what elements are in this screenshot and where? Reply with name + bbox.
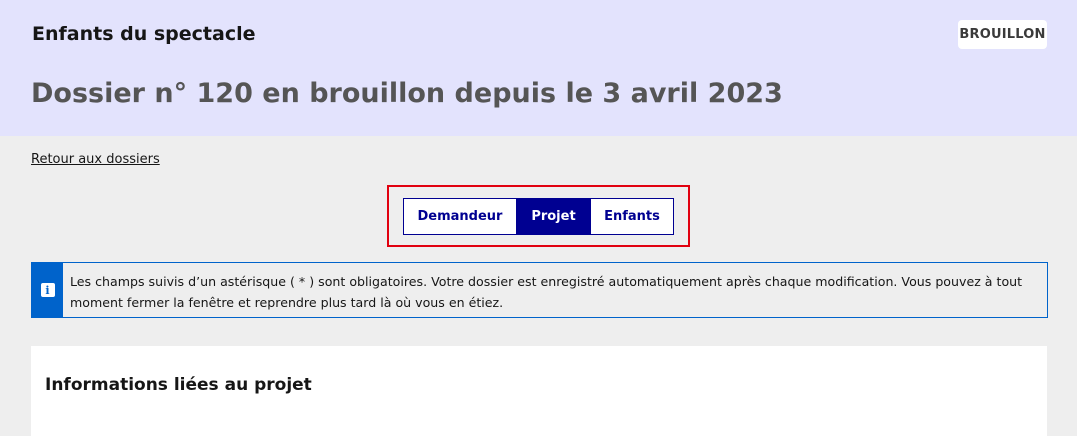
section-title: Informations liées au projet (45, 375, 312, 395)
page-title: Dossier n° 120 en brouillon depuis le 3 … (31, 78, 783, 109)
info-notice: i Les champs suivis d’un astérisque ( * … (31, 262, 1048, 318)
tab-demandeur[interactable]: Demandeur (404, 199, 516, 234)
info-stripe: i (32, 263, 63, 317)
project-info-card: Informations liées au projet (31, 346, 1047, 436)
info-notice-text: Les champs suivis d’un astérisque ( * ) … (70, 274, 1023, 310)
tab-projet[interactable]: Projet (516, 199, 591, 234)
tab-enfants[interactable]: Enfants (591, 199, 673, 234)
status-badge: BROUILLON (958, 20, 1047, 49)
page-header: Enfants du spectacle BROUILLON Dossier n… (0, 0, 1077, 136)
back-to-dossiers-link[interactable]: Retour aux dossiers (31, 152, 160, 167)
info-icon: i (40, 283, 55, 297)
app-title: Enfants du spectacle (32, 23, 256, 45)
tab-group: Demandeur Projet Enfants (403, 198, 674, 235)
